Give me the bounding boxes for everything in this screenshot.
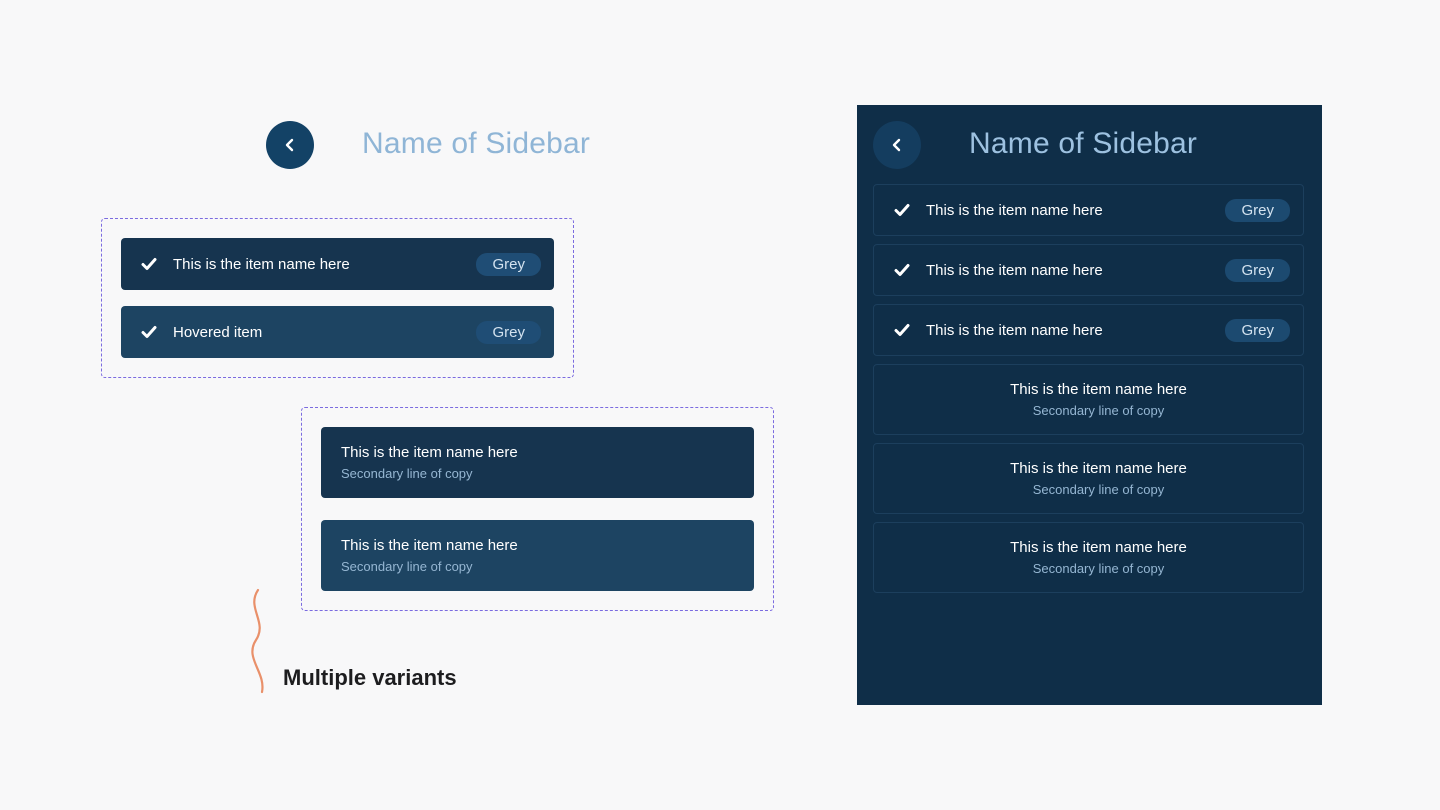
checkmark-icon: [141, 326, 157, 338]
sidebar-item-label: This is the item name here: [341, 444, 518, 461]
sidebar-item-label: This is the item name here: [1010, 381, 1187, 398]
sidebar-item-label: This is the item name here: [926, 321, 1103, 339]
sidebar-item-hovered[interactable]: Hovered item Grey: [121, 306, 554, 358]
sidebar-item[interactable]: This is the item name here Grey: [873, 184, 1304, 236]
sidebar-item-two-line[interactable]: This is the item name here Secondary lin…: [873, 364, 1304, 435]
wave-decoration: [251, 588, 264, 694]
sidebar-item[interactable]: This is the item name here Grey: [121, 238, 554, 290]
sidebar-item-label: This is the item name here: [173, 255, 350, 273]
sidebar-item-secondary: Secondary line of copy: [341, 559, 473, 574]
status-badge: Grey: [1225, 198, 1290, 222]
sidebar-item-label: This is the item name here: [341, 537, 518, 554]
status-badge: Grey: [476, 320, 541, 344]
sidebar-title: Name of Sidebar: [969, 127, 1198, 160]
sidebar-item-label: This is the item name here: [1010, 460, 1187, 477]
sidebar-item-secondary: Secondary line of copy: [1032, 561, 1165, 576]
sidebar-item-label: Hovered item: [173, 323, 263, 341]
sidebar-item-secondary: Secondary line of copy: [1032, 482, 1165, 497]
checkmark-icon: [894, 204, 910, 216]
sidebar-item-two-line[interactable]: This is the item name here Secondary lin…: [873, 522, 1304, 593]
sidebar-title: Name of Sidebar: [362, 127, 591, 160]
sidebar-item-two-line-hovered[interactable]: This is the item name here Secondary lin…: [321, 520, 754, 591]
status-badge: Grey: [476, 252, 541, 276]
sidebar-item-two-line[interactable]: This is the item name here Secondary lin…: [873, 443, 1304, 514]
sidebar-item-two-line[interactable]: This is the item name here Secondary lin…: [321, 427, 754, 498]
sidebar-item-label: This is the item name here: [1010, 539, 1187, 556]
checkmark-icon: [894, 324, 910, 336]
sidebar-item-secondary: Secondary line of copy: [341, 466, 473, 481]
checkmark-icon: [894, 264, 910, 276]
status-badge: Grey: [1225, 318, 1290, 342]
chevron-left-icon: [285, 138, 294, 152]
sidebar-item[interactable]: This is the item name here Grey: [873, 244, 1304, 296]
status-badge: Grey: [1225, 258, 1290, 282]
sidebar-item-secondary: Secondary line of copy: [1032, 403, 1165, 418]
annotation-label: Multiple variants: [283, 665, 457, 690]
chevron-left-icon: [892, 138, 901, 152]
checkmark-icon: [141, 258, 157, 270]
sidebar-item-label: This is the item name here: [926, 261, 1103, 279]
back-button[interactable]: [873, 121, 921, 169]
sidebar-item-label: This is the item name here: [926, 201, 1103, 219]
sidebar-item[interactable]: This is the item name here Grey: [873, 304, 1304, 356]
back-button[interactable]: [266, 121, 314, 169]
